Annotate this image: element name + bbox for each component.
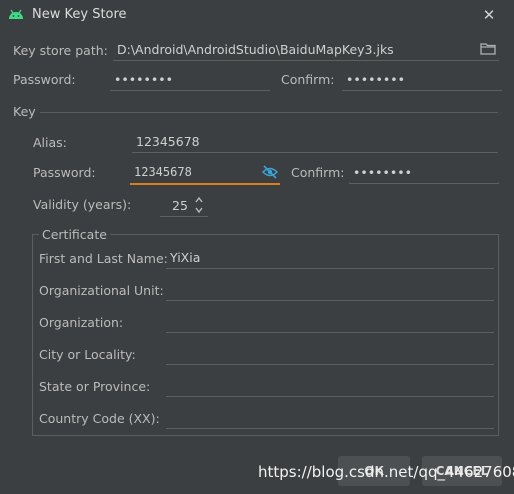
validity-spinner[interactable]: 25 [160, 196, 208, 217]
city-field[interactable] [166, 344, 494, 365]
key-password-value: 12345678 [134, 165, 192, 179]
keystore-confirm-field[interactable]: •••••••• [342, 70, 502, 91]
key-section-label: Key [13, 104, 36, 119]
keystore-confirm-value: •••••••• [346, 72, 405, 87]
first-last-name-label: First and Last Name: [39, 251, 168, 266]
eye-slash-icon[interactable] [262, 165, 278, 179]
key-confirm-label: Confirm: [291, 165, 345, 180]
window-title: New Key Store [32, 7, 127, 22]
alias-field[interactable]: 12345678 [132, 132, 498, 153]
validity-label: Validity (years): [33, 197, 132, 212]
organization-label: Organization: [39, 315, 124, 330]
keystore-path-field[interactable]: D:\Android\AndroidStudio\BaiduMapKey3.jk… [113, 40, 499, 61]
close-button[interactable]: ✕ [480, 6, 498, 24]
keystore-password-field[interactable]: •••••••• [110, 70, 270, 91]
org-unit-field[interactable] [166, 280, 494, 301]
key-section-divider [40, 112, 498, 113]
watermark-text: https://blog.csdn.net/qq_44627608 [258, 463, 514, 481]
key-password-field[interactable]: 12345678 [130, 163, 280, 185]
country-code-field[interactable] [166, 408, 494, 429]
alias-label: Alias: [33, 135, 67, 150]
city-label: City or Locality: [39, 347, 136, 362]
keystore-path-value: D:\Android\AndroidStudio\BaiduMapKey3.jk… [117, 42, 394, 57]
key-password-label: Password: [33, 165, 96, 180]
key-confirm-value: •••••••• [353, 165, 412, 180]
first-last-name-field[interactable]: YiXia [166, 248, 494, 269]
keystore-password-label: Password: [13, 72, 76, 87]
keystore-password-value: •••••••• [114, 72, 173, 87]
org-unit-label: Organizational Unit: [39, 283, 164, 298]
first-last-name-value: YiXia [170, 250, 201, 265]
title-bar: New Key Store ✕ [0, 0, 514, 30]
state-field[interactable] [166, 376, 494, 397]
validity-value: 25 [172, 198, 188, 213]
keystore-path-label: Key store path: [13, 43, 108, 58]
key-confirm-field[interactable]: •••••••• [349, 163, 499, 184]
alias-value: 12345678 [136, 134, 200, 149]
android-icon [9, 9, 23, 19]
folder-icon[interactable] [480, 42, 496, 55]
close-icon: ✕ [482, 6, 496, 24]
country-code-label: Country Code (XX): [39, 411, 160, 426]
state-label: State or Province: [39, 379, 151, 394]
organization-field[interactable] [166, 312, 494, 333]
keystore-confirm-label: Confirm: [281, 72, 335, 87]
spinner-arrows-icon[interactable] [194, 195, 204, 215]
certificate-section-label: Certificate [39, 227, 110, 242]
